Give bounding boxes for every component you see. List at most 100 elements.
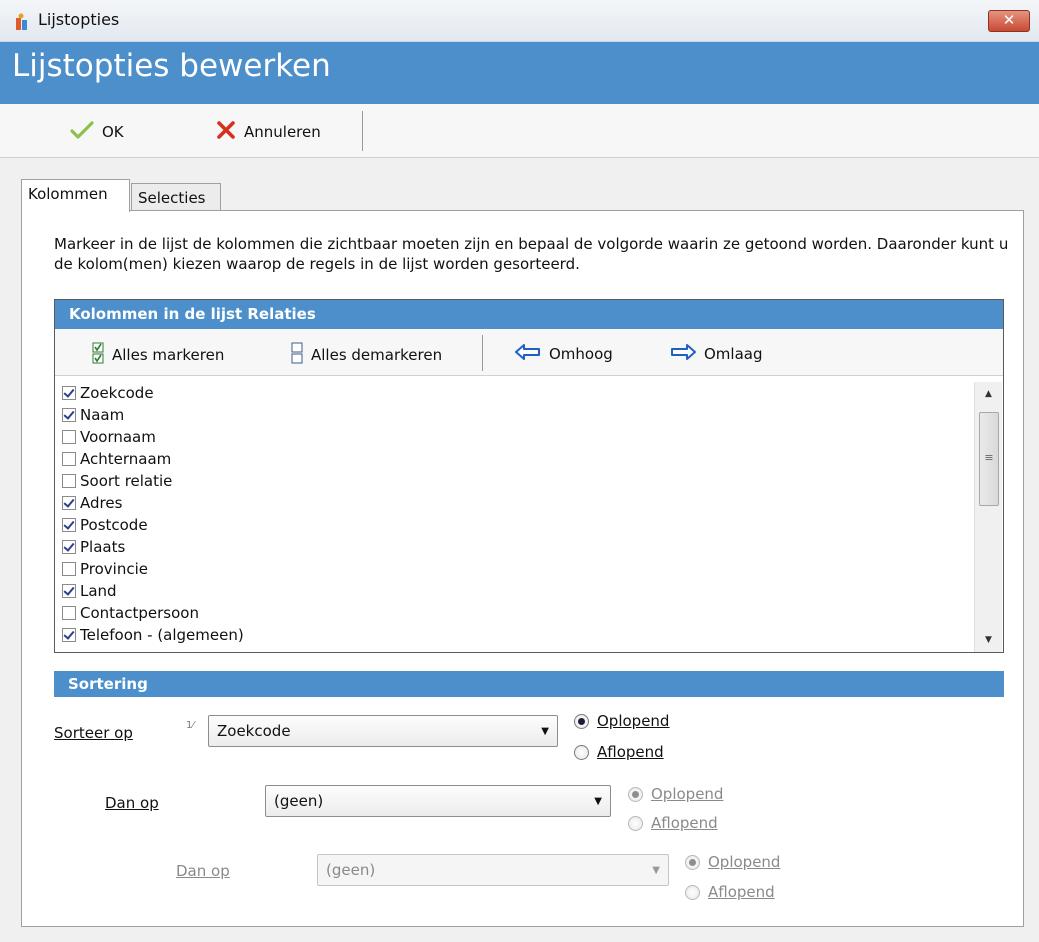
sort3-select-value: (geen): [326, 861, 376, 879]
sort1-descending-label: Aflopend: [597, 743, 664, 761]
checkbox[interactable]: [62, 496, 76, 510]
list-item-label: Contactpersoon: [80, 604, 199, 622]
arrow-right-icon: [670, 344, 696, 364]
list-item[interactable]: Telefoon - (algemeen): [56, 624, 974, 646]
radio-empty-icon[interactable]: [628, 815, 643, 831]
radio-selected-icon[interactable]: [628, 786, 643, 802]
move-up-label: Omhoog: [549, 345, 613, 363]
radio-selected-icon[interactable]: [685, 854, 700, 870]
list-item[interactable]: Voornaam: [56, 426, 974, 448]
checkbox[interactable]: [62, 606, 76, 620]
cancel-x-icon: [216, 121, 236, 143]
mark-all-label: Alles markeren: [112, 346, 225, 364]
columns-section-header: Kolommen in de lijst Relaties: [55, 300, 1003, 329]
list-item[interactable]: Soort relatie: [56, 470, 974, 492]
list-item-label: Adres: [80, 494, 123, 512]
list-item-label: Soort relatie: [80, 472, 173, 490]
ok-button[interactable]: OK: [70, 121, 124, 143]
title-bar: [0, 0, 1039, 42]
sort2-label-text: Dan op: [105, 794, 159, 812]
checkbox[interactable]: [62, 628, 76, 642]
list-item-label: Achternaam: [80, 450, 172, 468]
tab-kolommen[interactable]: Kolommen: [21, 179, 130, 212]
list-scrollbar[interactable]: ▲ ≡ ▼: [974, 382, 1002, 652]
list-item[interactable]: Contactpersoon: [56, 602, 974, 624]
page-title: Lijstopties bewerken: [12, 48, 331, 84]
list-item-label: Voornaam: [80, 428, 156, 446]
checkbox[interactable]: [62, 430, 76, 444]
sort1-ascending-radio[interactable]: Oplopend: [574, 709, 669, 733]
list-item[interactable]: Plaats: [56, 536, 974, 558]
list-item[interactable]: Postcode: [56, 514, 974, 536]
list-item-label: Plaats: [80, 538, 126, 556]
radio-selected-icon[interactable]: [574, 713, 589, 729]
sort-order-marker: 1⁄: [186, 720, 195, 731]
toolbar-divider: [362, 111, 363, 151]
sort3-ascending-radio[interactable]: Oplopend: [685, 850, 780, 874]
checkbox[interactable]: [62, 386, 76, 400]
list-item-label: Zoekcode: [80, 384, 154, 402]
sort3-select[interactable]: (geen) ▼: [317, 854, 669, 886]
list-item-label: Provincie: [80, 560, 148, 578]
sort2-select-value: (geen): [274, 792, 324, 810]
sort1-ascending-label: Oplopend: [597, 712, 670, 730]
unmark-all-button[interactable]: Alles demarkeren: [291, 342, 442, 368]
checkbox[interactable]: [62, 540, 76, 554]
mark-all-button[interactable]: Alles markeren: [92, 342, 224, 368]
move-up-button[interactable]: Omhoog: [515, 344, 613, 364]
list-item[interactable]: Provincie: [56, 558, 974, 580]
checkbox[interactable]: [62, 562, 76, 576]
move-down-button[interactable]: Omlaag: [670, 344, 763, 364]
scroll-down-arrow-icon[interactable]: ▼: [975, 630, 1002, 650]
checkbox[interactable]: [62, 474, 76, 488]
sort-section-header: Sortering: [54, 671, 1004, 697]
unmark-all-label: Alles demarkeren: [311, 346, 443, 364]
app-icon: [14, 13, 30, 31]
sort3-descending-radio[interactable]: Aflopend: [685, 880, 775, 904]
sort3-label: Dan op: [176, 862, 230, 880]
list-item[interactable]: Achternaam: [56, 448, 974, 470]
scroll-up-arrow-icon[interactable]: ▲: [975, 384, 1002, 404]
list-item-label: Postcode: [80, 516, 148, 534]
checkbox[interactable]: [62, 408, 76, 422]
chevron-down-icon: ▼: [541, 725, 549, 737]
sort2-select[interactable]: (geen) ▼: [265, 785, 611, 817]
sort2-ascending-radio[interactable]: Oplopend: [628, 782, 723, 806]
sort1-descending-radio[interactable]: Aflopend: [574, 740, 664, 764]
description-text: Markeer in de lijst de kolommen die zich…: [54, 235, 1009, 273]
scroll-thumb[interactable]: ≡: [979, 412, 999, 506]
list-item-label: Land: [80, 582, 117, 600]
radio-empty-icon[interactable]: [685, 884, 700, 900]
move-down-label: Omlaag: [704, 345, 763, 363]
sort3-label-text: Dan op: [176, 862, 230, 880]
list-item[interactable]: Zoekcode: [56, 382, 974, 404]
tab-selecties[interactable]: Selecties: [131, 183, 221, 211]
sort3-descending-label: Aflopend: [708, 883, 775, 901]
sort2-descending-label: Aflopend: [651, 814, 718, 832]
mark-all-icon: [92, 342, 104, 368]
list-item[interactable]: Naam: [56, 404, 974, 426]
sort2-ascending-label: Oplopend: [651, 785, 724, 803]
close-button[interactable]: ✕: [988, 10, 1030, 32]
cancel-button[interactable]: Annuleren: [216, 121, 321, 143]
ok-label: OK: [102, 123, 124, 141]
checkbox[interactable]: [62, 452, 76, 466]
list-item[interactable]: Adres: [56, 492, 974, 514]
window-title: Lijstopties: [38, 10, 120, 29]
sort2-descending-radio[interactable]: Aflopend: [628, 811, 718, 835]
list-toolbar-divider: [482, 335, 483, 371]
sort2-label: Dan op: [105, 794, 159, 812]
chevron-down-icon: ▼: [652, 864, 660, 876]
tab-selecties-label: Selecties: [138, 189, 206, 207]
list-item-label: Telefoon - (algemeen): [80, 626, 244, 644]
sort1-select[interactable]: Zoekcode ▼: [208, 715, 558, 747]
list-item[interactable]: Land: [56, 580, 974, 602]
radio-empty-icon[interactable]: [574, 744, 589, 760]
sort3-ascending-label: Oplopend: [708, 853, 781, 871]
sort1-label: Sorteer op: [54, 724, 133, 742]
arrow-left-icon: [515, 344, 541, 364]
checkbox[interactable]: [62, 584, 76, 598]
checkbox[interactable]: [62, 518, 76, 532]
sort1-select-value: Zoekcode: [217, 722, 291, 740]
cancel-label: Annuleren: [244, 123, 321, 141]
